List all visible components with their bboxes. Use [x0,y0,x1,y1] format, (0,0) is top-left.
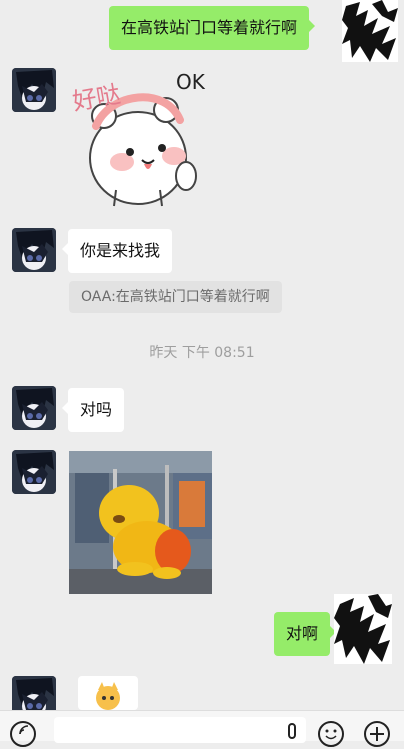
contact-avatar[interactable] [12,450,56,494]
self-avatar[interactable] [334,594,392,664]
contact-avatar[interactable] [12,386,56,430]
self-message-bubble[interactable]: 在高铁站门口等着就行啊 [109,6,316,50]
message-text: 在高铁站门口等着就行啊 [121,18,298,37]
input-bar [0,710,404,747]
emoji-icon[interactable] [318,721,344,747]
sticker-message[interactable] [78,676,138,710]
voice-icon[interactable] [10,721,36,747]
message-text: 对吗 [80,400,113,419]
message-text: 你是来找我 [80,241,161,260]
sticker-text-ok: OK [176,70,205,94]
contact-avatar[interactable] [12,228,56,272]
contact-message-bubble[interactable]: 对吗 [62,388,125,432]
quoted-text: OAA:在高铁站门口等着就行啊 [81,289,270,305]
message-text: 对啊 [286,624,319,643]
contact-message-bubble[interactable]: 你是来找我 [62,229,173,273]
self-message-bubble[interactable]: 对啊 [274,612,337,656]
plus-icon[interactable] [364,721,390,747]
image-message[interactable] [69,451,212,594]
message-input[interactable] [54,717,306,743]
time-divider: 昨天 下午 08:51 [149,345,255,361]
mic-icon[interactable] [288,723,296,739]
contact-avatar[interactable] [12,68,56,112]
self-avatar[interactable] [342,0,398,62]
sticker-message[interactable]: 好哒 OK [70,66,210,214]
quoted-message[interactable]: OAA:在高铁站门口等着就行啊 [69,281,282,313]
